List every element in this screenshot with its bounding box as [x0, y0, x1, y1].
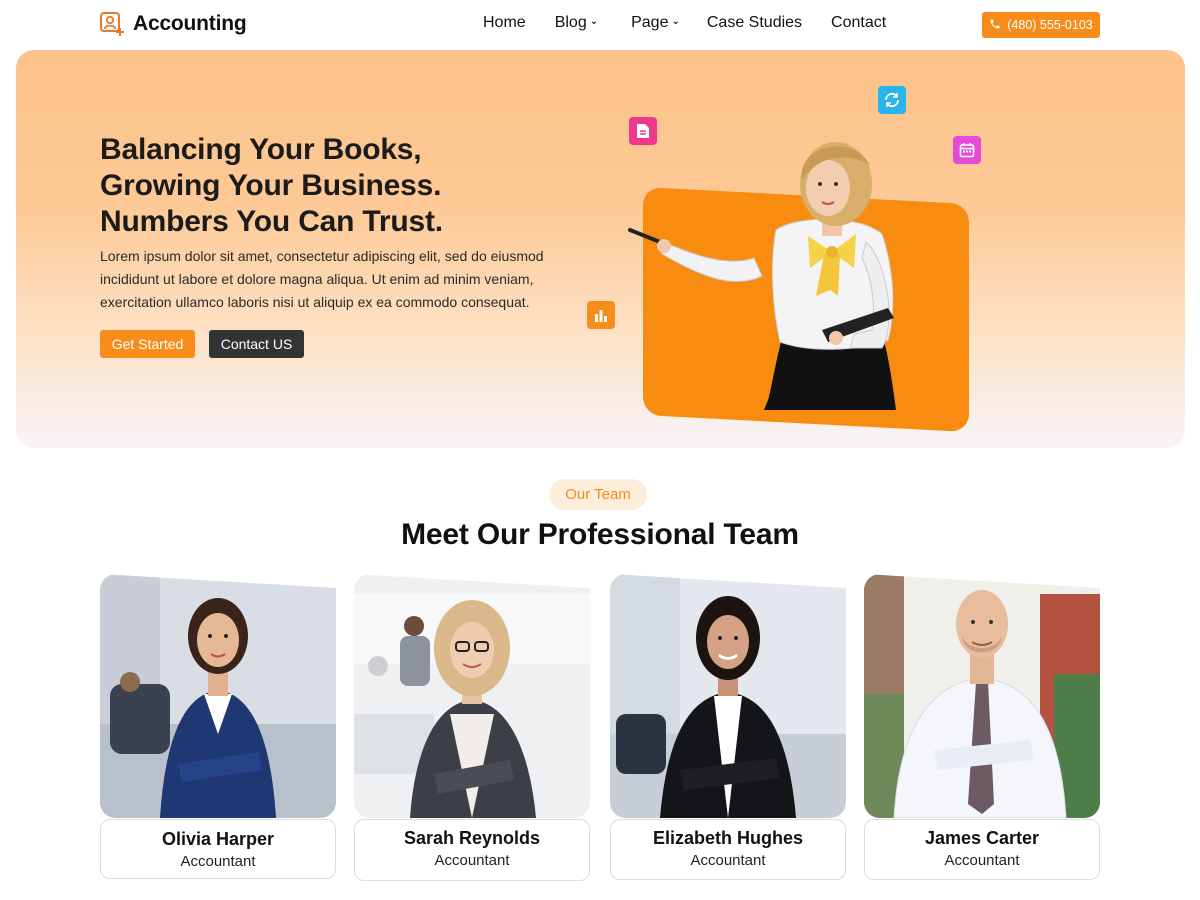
team-member-card[interactable]: Sarah Reynolds Accountant — [354, 574, 590, 881]
member-namecard: Sarah Reynolds Accountant — [354, 819, 590, 881]
member-namecard: Elizabeth Hughes Accountant — [610, 819, 846, 880]
member-name: Sarah Reynolds — [403, 828, 541, 848]
hero-woman-illustration — [626, 130, 916, 410]
nav-page[interactable]: Page ⌄ — [631, 14, 680, 32]
member-role: Accountant — [690, 852, 766, 869]
team-member-card[interactable]: James Carter Accountant — [864, 574, 1100, 880]
calendar-icon — [953, 136, 981, 164]
phone-number: (480) 555-0103 — [1007, 18, 1093, 32]
section-pill: Our Team — [549, 479, 647, 510]
team-member-card[interactable]: Olivia Harper Accountant — [100, 574, 336, 880]
brand[interactable]: Accounting — [99, 11, 247, 37]
nav-case-studies[interactable]: Case Studies — [707, 14, 802, 32]
top-navigation: Accounting Home Blog ⌄ Page ⌄ Case Studi… — [0, 0, 1200, 50]
section-title: Meet Our Professional Team — [401, 518, 799, 551]
member-photo — [864, 574, 1100, 818]
hero-title: Balancing Your Books, Growing Your Busin… — [100, 133, 443, 238]
member-name: Olivia Harper — [161, 829, 275, 849]
member-namecard: James Carter Accountant — [864, 819, 1100, 880]
phone-button[interactable]: (480) 555-0103 — [982, 12, 1100, 38]
member-namecard: Olivia Harper Accountant — [100, 819, 336, 879]
phone-icon — [989, 18, 1001, 33]
bar-chart-icon — [587, 301, 615, 329]
nav-contact[interactable]: Contact — [831, 14, 886, 32]
member-role: Accountant — [434, 852, 510, 869]
hero-section: Balancing Your Books, Growing Your Busin… — [16, 50, 1185, 448]
chevron-down-icon: ⌄ — [589, 15, 599, 27]
document-icon — [629, 117, 657, 145]
member-photo — [610, 574, 846, 818]
member-photo — [354, 574, 590, 818]
member-role: Accountant — [180, 853, 256, 870]
brand-user-icon — [99, 11, 125, 37]
member-role: Accountant — [944, 852, 1020, 869]
brand-name: Accounting — [133, 12, 247, 35]
hero-description: Lorem ipsum dolor sit amet, consectetur … — [100, 248, 544, 310]
chevron-down-icon: ⌄ — [671, 15, 680, 27]
get-started-button[interactable]: Get Started — [100, 330, 195, 358]
contact-us-button[interactable]: Contact US — [209, 330, 304, 358]
member-photo — [100, 574, 336, 818]
member-name: Elizabeth Hughes — [652, 828, 804, 848]
nav-home[interactable]: Home — [483, 14, 526, 32]
sync-icon — [878, 86, 906, 114]
nav-blog[interactable]: Blog ⌄ — [555, 14, 598, 32]
main-menu: Home Blog ⌄ Page ⌄ Case Studies Contact — [483, 14, 886, 32]
team-member-card[interactable]: Elizabeth Hughes Accountant — [610, 574, 846, 880]
member-name: James Carter — [924, 828, 1040, 848]
